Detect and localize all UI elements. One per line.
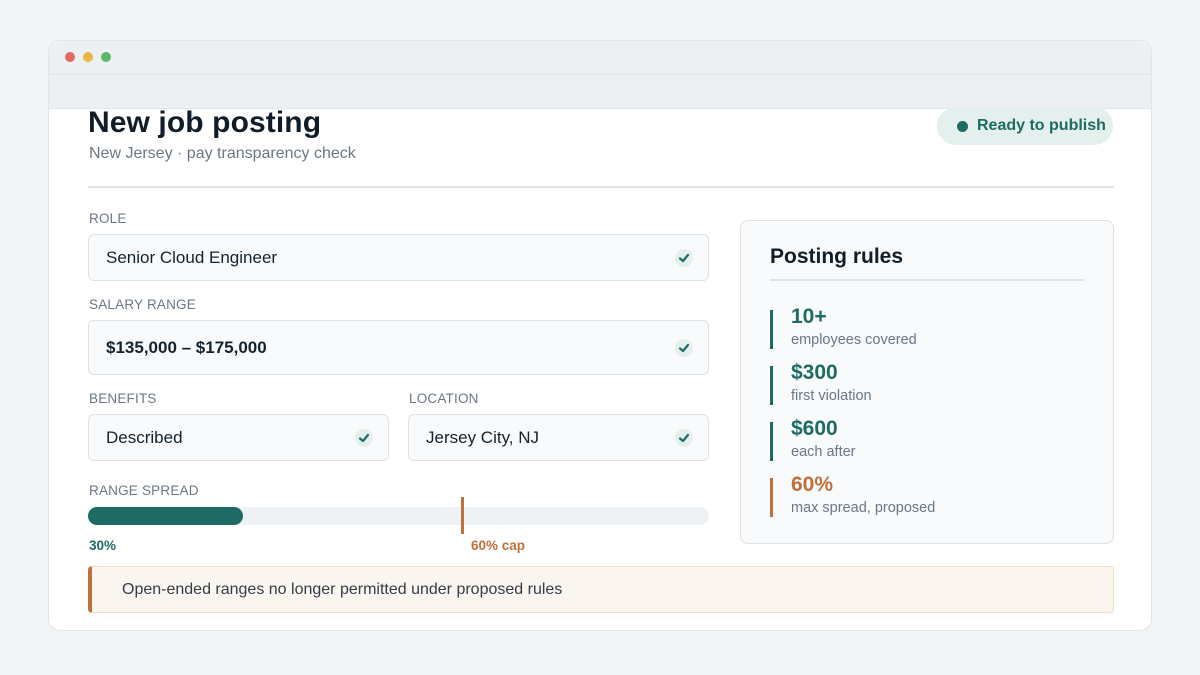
warning-notice: Open-ended ranges no longer permitted un… [88,566,1114,613]
rule-label: each after [791,444,856,460]
benefits-field[interactable]: Described [88,414,389,461]
rule-max-spread: 60% max spread, proposed [770,473,1070,517]
status-badge: Ready to publish [937,107,1113,145]
check-icon [675,428,693,447]
benefits-value: Described [106,427,183,447]
rule-value: $300 [791,361,838,384]
close-window-button[interactable] [65,52,75,62]
check-icon [675,338,693,357]
rules-divider [770,279,1084,281]
rules-title: Posting rules [770,245,904,268]
benefits-label: BENEFITS [89,391,157,406]
posting-rules-card: Posting rules 10+ employees covered $300… [740,220,1114,544]
check-icon [355,428,373,447]
range-spread-bar [88,507,709,525]
rule-value: 10+ [791,305,827,328]
range-cap-marker [461,497,464,534]
maximize-window-button[interactable] [101,52,111,62]
range-spread-value: 30% [89,538,117,553]
role-value: Senior Cloud Engineer [106,247,278,267]
rule-employees: 10+ employees covered [770,305,1070,349]
status-dot-icon [957,120,968,132]
rule-each-after: $600 each after [770,417,1070,461]
browser-window: New job posting New Jersey · pay transpa… [48,40,1152,631]
salary-label: SALARY RANGE [89,297,196,312]
role-field[interactable]: Senior Cloud Engineer [88,234,709,281]
page-subtitle: New Jersey · pay transparency check [89,145,356,162]
range-spread-fill [88,507,243,525]
status-label: Ready to publish [977,117,1106,134]
check-icon [675,248,693,267]
role-label: ROLE [89,211,127,226]
location-value: Jersey City, NJ [426,427,540,447]
rule-value: $600 [791,417,838,440]
location-label: LOCATION [409,391,479,406]
rule-label: employees covered [791,332,917,348]
salary-range-field[interactable]: $135,000 – $175,000 [88,320,709,375]
notice-text: Open-ended ranges no longer permitted un… [122,580,563,598]
range-cap-label: 60% cap [471,538,526,553]
range-spread-label: RANGE SPREAD [89,483,199,498]
header-divider [88,186,1114,188]
page-title: New job posting [88,106,322,139]
minimize-window-button[interactable] [83,52,93,62]
salary-value: $135,000 – $175,000 [106,337,267,357]
rule-label: max spread, proposed [791,500,936,516]
rule-first-violation: $300 first violation [770,361,1070,405]
rule-label: first violation [791,388,872,404]
location-field[interactable]: Jersey City, NJ [408,414,709,461]
rule-value: 60% [791,473,834,496]
page-content: New job posting New Jersey · pay transpa… [49,106,1151,630]
toolbar [49,75,1151,109]
title-bar [49,41,1151,75]
